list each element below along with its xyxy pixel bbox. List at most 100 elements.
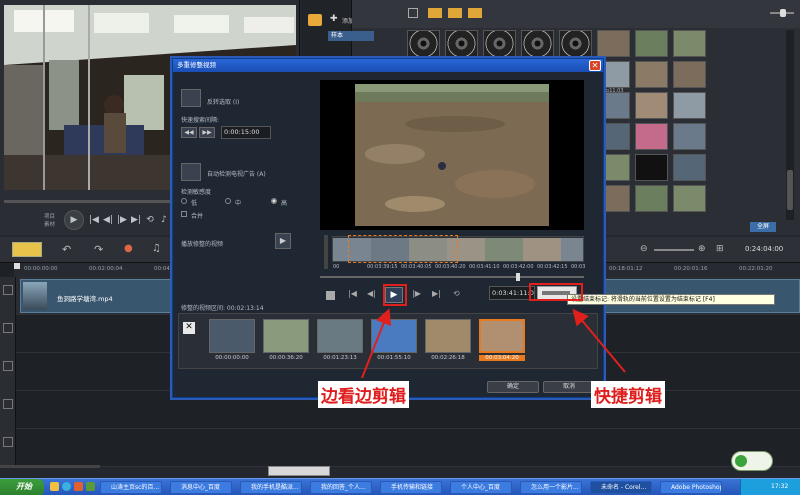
scene-thumbnail[interactable]: [371, 319, 417, 353]
library-thumbnail[interactable]: [673, 92, 706, 119]
trim-scrubber-thumb[interactable]: [516, 273, 520, 281]
ie-icon[interactable]: [62, 482, 71, 491]
taskbar-item[interactable]: Adobe Photoshop: [660, 481, 722, 494]
library-thumbnail[interactable]: [483, 30, 516, 57]
play-icon[interactable]: ▶: [64, 210, 84, 230]
library-thumbnail[interactable]: [635, 154, 668, 181]
music-track-icon[interactable]: [3, 437, 13, 447]
scrollbar-thumb[interactable]: [787, 170, 793, 210]
taskbar-item[interactable]: 手机传输和链接: [380, 481, 442, 494]
zoom-slider-thumb[interactable]: [780, 9, 786, 17]
app-icon[interactable]: [86, 482, 95, 491]
scene-thumbnail[interactable]: [209, 319, 255, 353]
library-thumbnail[interactable]: [597, 30, 630, 57]
image-filter-icon[interactable]: [448, 8, 462, 18]
scene-thumbnail[interactable]: [425, 319, 471, 353]
scene-thumbnail[interactable]: [479, 319, 525, 353]
timeline-hscroll[interactable]: [0, 465, 100, 468]
repeat-icon[interactable]: ⟲: [453, 289, 460, 298]
stop-icon[interactable]: [326, 291, 335, 300]
close-icon[interactable]: ✕: [589, 60, 601, 71]
play-trimmed-icon[interactable]: ▶: [275, 233, 291, 249]
library-thumbnail[interactable]: [635, 123, 668, 150]
folder-icon[interactable]: [408, 8, 418, 18]
quicklaunch-icon[interactable]: [50, 482, 59, 491]
radio-mid[interactable]: [225, 198, 231, 204]
undo-icon[interactable]: ↶: [62, 243, 71, 256]
filmstrip-zoom[interactable]: [322, 235, 330, 269]
add-icon[interactable]: ✚: [330, 14, 338, 24]
library-thumbnail[interactable]: [673, 123, 706, 150]
playhead-marker[interactable]: [14, 263, 20, 269]
radio-high[interactable]: [271, 198, 277, 204]
library-thumbnail[interactable]: [521, 30, 554, 57]
library-thumbnail[interactable]: [635, 30, 668, 57]
library-thumbnail[interactable]: [445, 30, 478, 57]
scene-thumbnail[interactable]: [263, 319, 309, 353]
media-icon[interactable]: [308, 14, 322, 26]
taskbar-item[interactable]: 消息中心_百度: [170, 481, 232, 494]
library-thumbnail[interactable]: [673, 185, 706, 212]
audio-mixer-icon[interactable]: ♫: [152, 243, 161, 254]
library-thumbnail[interactable]: [673, 154, 706, 181]
scene-time: 00:00:00:00: [215, 355, 249, 361]
library-thumbnail[interactable]: [635, 92, 668, 119]
skip-end-icon[interactable]: ▶|: [432, 289, 441, 298]
annotation-box-mark-end: [529, 283, 583, 301]
library-thumbnail[interactable]: [673, 30, 706, 57]
merge-checkbox[interactable]: [181, 211, 187, 217]
zoom-out-icon[interactable]: ⊖: [640, 244, 648, 254]
rewind-icon[interactable]: ◀◀: [181, 127, 197, 138]
video-track-icon[interactable]: [3, 285, 13, 295]
taskbar-item[interactable]: 未命名 - Corel...: [590, 481, 652, 494]
radio-low[interactable]: [181, 198, 187, 204]
step-back-icon[interactable]: ◀|: [367, 289, 376, 298]
volume-icon[interactable]: ♪: [156, 212, 172, 228]
title-track-icon[interactable]: [3, 361, 13, 371]
overlay-track-icon[interactable]: [3, 323, 13, 333]
interval-input[interactable]: 0:00:15:00: [221, 126, 271, 139]
tv-detect-icon[interactable]: [181, 163, 201, 181]
voice-track-icon[interactable]: [3, 399, 13, 409]
folder-sample[interactable]: 样本: [328, 31, 374, 41]
timeline-zoom-slider[interactable]: [654, 249, 694, 251]
ground-scene: [355, 84, 549, 226]
audio-filter-icon[interactable]: [468, 8, 482, 18]
app-icon[interactable]: [74, 482, 83, 491]
taskbar-item[interactable]: 山涛主页sc的百...: [100, 481, 162, 494]
zoom-in-icon[interactable]: ⊕: [698, 244, 706, 254]
library-thumbnail[interactable]: [635, 61, 668, 88]
scene-thumbnail[interactable]: [317, 319, 363, 353]
clip-label[interactable]: 素材: [44, 220, 55, 228]
library-thumbnail[interactable]: [635, 185, 668, 212]
auto-detect-button[interactable]: 自动检测电视广告 (A): [207, 169, 266, 178]
start-button[interactable]: 开始: [0, 479, 44, 495]
project-label[interactable]: 项目: [44, 212, 55, 220]
record-icon[interactable]: ●: [124, 243, 133, 254]
redo-icon[interactable]: ↷: [94, 243, 103, 256]
taskbar-item[interactable]: 怎么用一个影片...: [520, 481, 582, 494]
taskbar-item[interactable]: 个人中心_百度: [450, 481, 512, 494]
fast-forward-icon[interactable]: ▶▶: [199, 127, 215, 138]
video-filter-icon[interactable]: [428, 8, 442, 18]
library-thumbnail[interactable]: [559, 30, 592, 57]
music-track[interactable]: [16, 429, 800, 467]
library-tab[interactable]: 全屏: [750, 222, 776, 232]
reverse-select-button[interactable]: 反转选取 (I): [207, 97, 239, 106]
library-thumbnail[interactable]: [407, 30, 440, 57]
cancel-button[interactable]: 取消: [543, 381, 595, 393]
taskbar-item[interactable]: 我的手机是酷派...: [240, 481, 302, 494]
library-thumbnail[interactable]: [673, 61, 706, 88]
ime-toolbar[interactable]: [268, 466, 330, 476]
taskbar-item[interactable]: 我的回答_个人...: [310, 481, 372, 494]
fit-project-icon[interactable]: ⊞: [716, 244, 724, 254]
library-scrollbar[interactable]: [786, 30, 794, 220]
step-forward-icon[interactable]: |▶: [412, 289, 421, 298]
storyboard-view-icon[interactable]: [12, 242, 42, 257]
trim-scrubber[interactable]: [320, 273, 584, 281]
delete-icon[interactable]: ✕: [183, 322, 195, 334]
skip-start-icon[interactable]: |◀: [348, 289, 357, 298]
ok-button[interactable]: 确定: [487, 381, 539, 393]
trim-selection[interactable]: [348, 235, 458, 263]
reverse-select-icon[interactable]: [181, 89, 201, 107]
